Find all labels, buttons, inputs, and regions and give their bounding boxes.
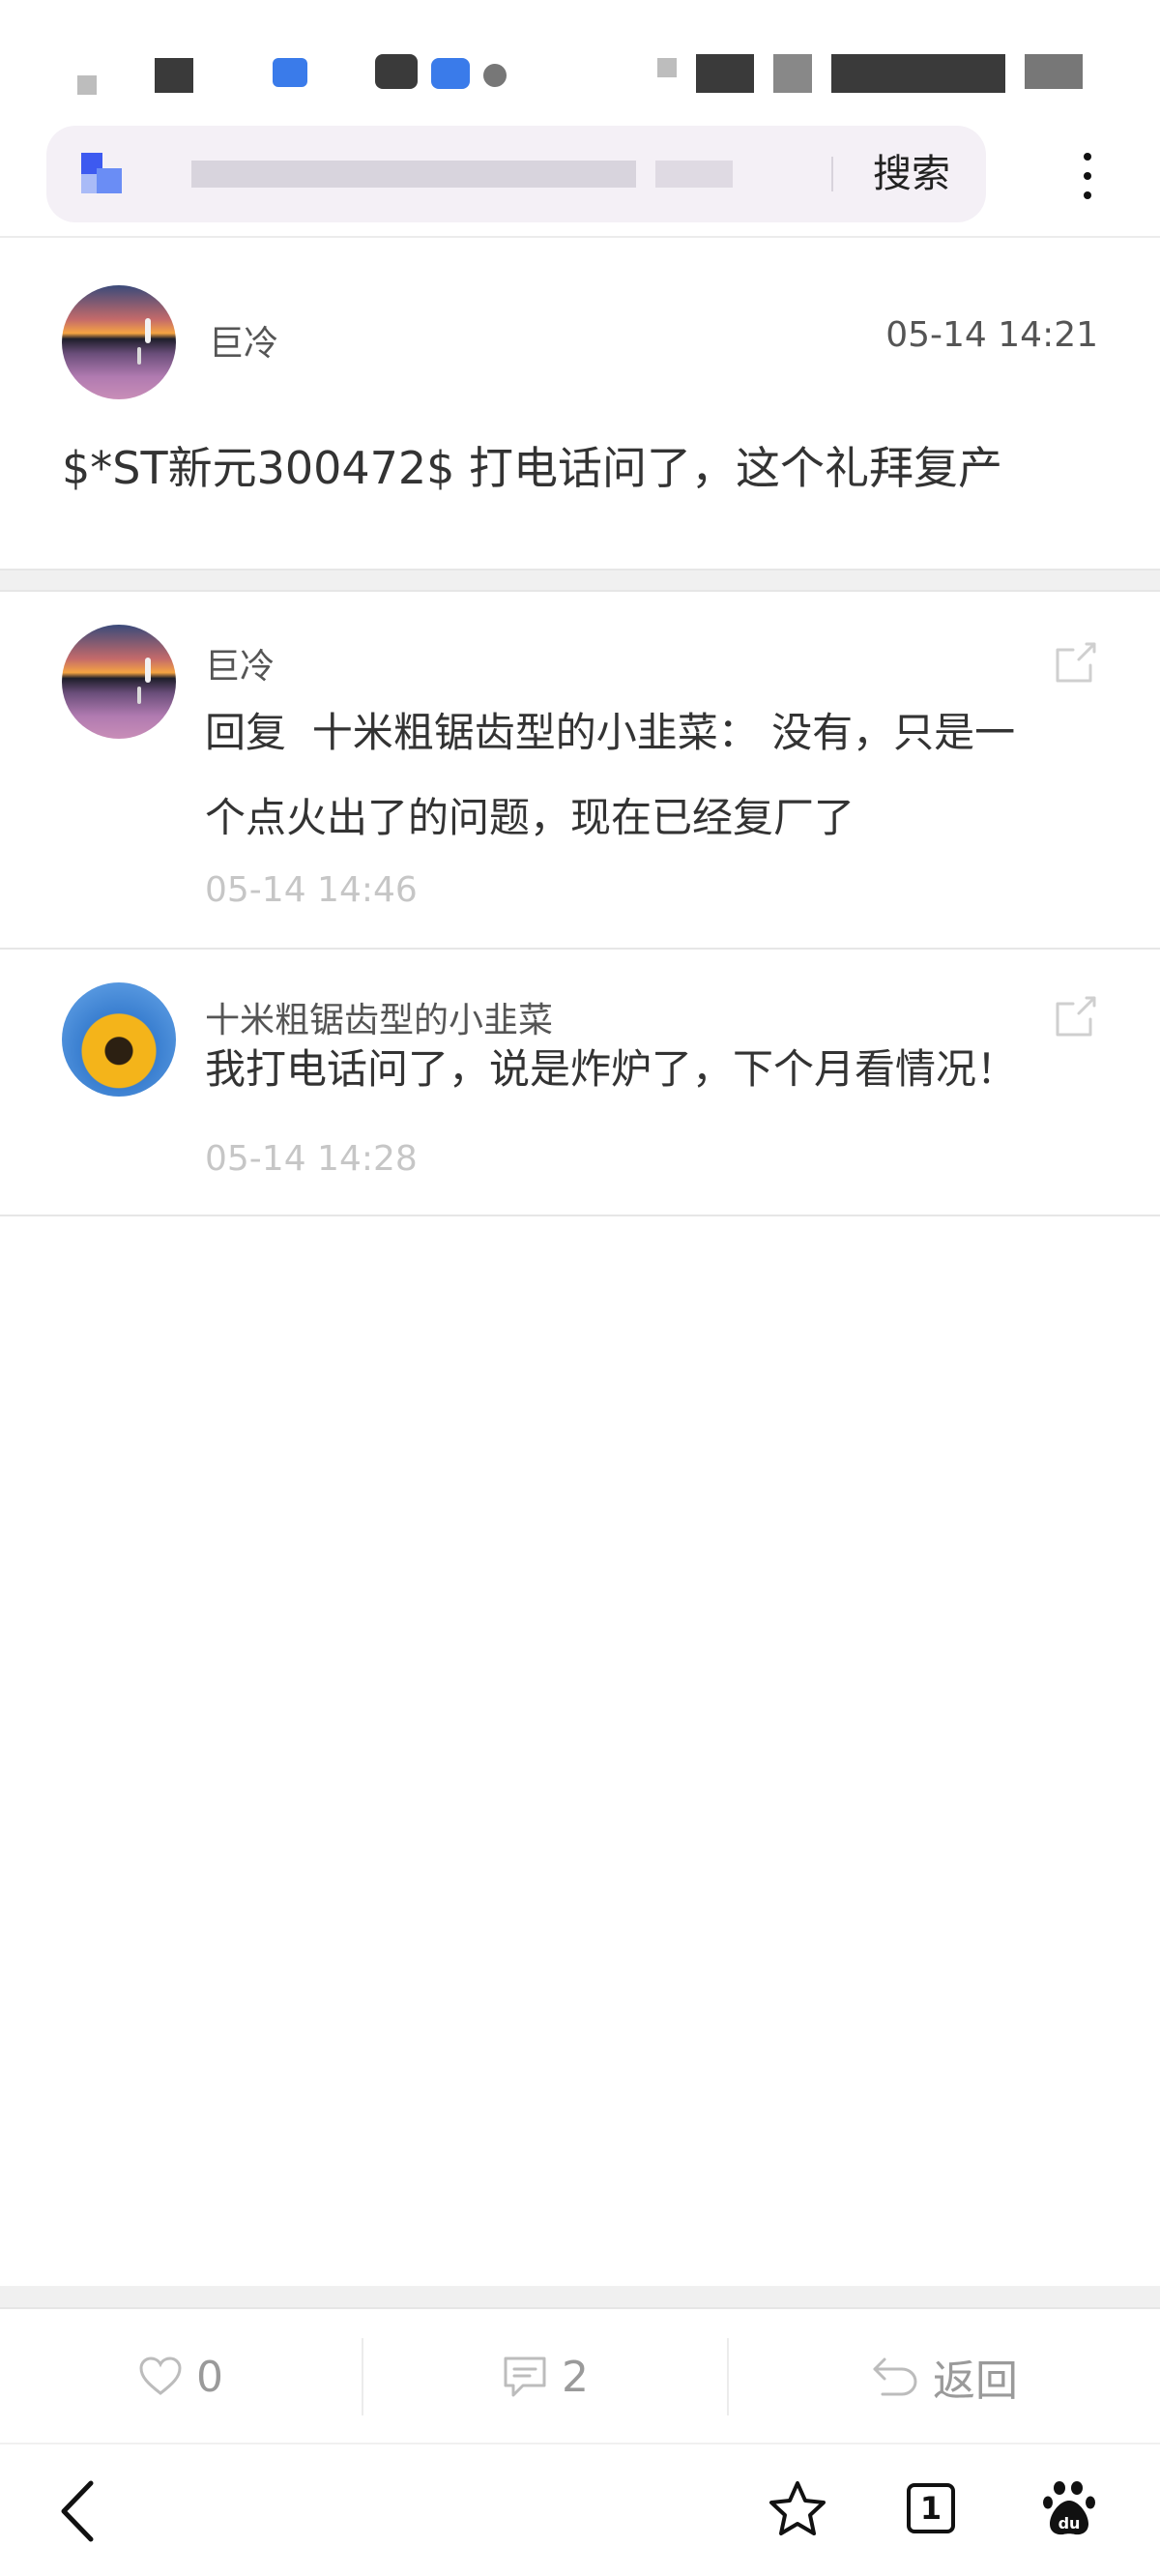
comment-button[interactable]: 2 — [363, 2309, 727, 2444]
bottom-divider — [0, 2286, 1160, 2309]
avatar[interactable] — [62, 625, 176, 739]
browser-logo-icon — [81, 153, 122, 195]
star-icon — [769, 2481, 826, 2535]
reply-prefix: 回复 — [205, 709, 287, 756]
return-label: 返回 — [933, 2356, 1018, 2406]
reply-timestamp: 05-14 14:46 — [205, 870, 418, 910]
reply-text: 回复 十米粗锯齿型的小韭菜： 没有，只是一 个点火出了的问题，现在已经复厂了 — [205, 709, 1016, 841]
tab-count-button[interactable]: 1 — [907, 2483, 955, 2533]
avatar[interactable] — [62, 285, 176, 399]
reply-to-user[interactable]: 十米粗锯齿型的小韭菜 — [312, 709, 718, 756]
search-bar[interactable]: 搜索 — [46, 126, 986, 222]
reply-text: 我打电话问了，说是炸炉了，下个月看情况！ — [205, 1045, 1018, 1093]
like-button[interactable]: 0 — [0, 2309, 362, 2444]
post-timestamp: 05-14 14:21 — [885, 315, 1098, 355]
post-content: $*ST新元300472$ 打电话问了，这个礼拜复产 — [62, 442, 1003, 494]
like-count: 0 — [196, 2352, 223, 2402]
comment-icon — [504, 2356, 546, 2397]
comment-count: 2 — [562, 2352, 589, 2402]
main-post: 巨冷 05-14 14:21 $*ST新元300472$ 打电话问了，这个礼拜复… — [0, 238, 1160, 569]
more-vertical-icon — [1084, 153, 1091, 161]
search-divider — [831, 157, 833, 191]
section-divider — [0, 569, 1160, 592]
return-arrow-icon — [873, 2357, 917, 2396]
nav-back-button[interactable] — [54, 2477, 102, 2545]
svg-text:du: du — [1058, 2514, 1081, 2532]
action-bar: 0 2 返回 — [0, 2309, 1160, 2444]
browser-nav-bar: 1 du — [0, 2444, 1160, 2576]
reply-timestamp: 05-14 14:28 — [205, 1139, 418, 1179]
baidu-home-button[interactable]: du — [1042, 2479, 1096, 2537]
heart-icon — [139, 2356, 182, 2395]
chevron-left-icon — [61, 2480, 94, 2542]
more-menu-button[interactable] — [1067, 147, 1108, 205]
post-author[interactable]: 巨冷 — [209, 315, 278, 366]
reply-item: 巨冷 回复 十米粗锯齿型的小韭菜： 没有，只是一 个点火出了的问题，现在已经复厂… — [0, 592, 1160, 950]
search-button[interactable]: 搜索 — [858, 147, 965, 201]
share-icon[interactable] — [1054, 640, 1098, 685]
bookmark-button[interactable] — [768, 2479, 827, 2539]
status-bar — [0, 0, 1160, 116]
reply-author[interactable]: 巨冷 — [205, 638, 275, 688]
search-query-obscured[interactable] — [191, 161, 636, 188]
reply-item: 十米粗锯齿型的小韭菜 我打电话问了，说是炸炉了，下个月看情况！ 05-14 14… — [0, 950, 1160, 1216]
avatar[interactable] — [62, 982, 176, 1097]
return-button[interactable]: 返回 — [729, 2309, 1160, 2444]
baidu-paw-icon: du — [1043, 2481, 1095, 2535]
